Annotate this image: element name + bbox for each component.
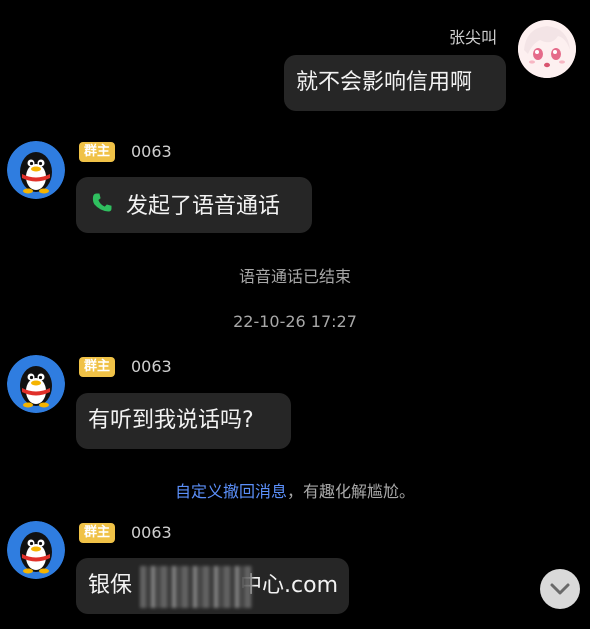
scroll-down-button[interactable] (540, 569, 580, 609)
voice-call-text: 发起了语音通话 (126, 194, 281, 219)
sender-name[interactable]: 0063 (131, 142, 172, 161)
message-text-right: 中心.com (240, 573, 338, 598)
chevron-down-icon (550, 583, 570, 595)
self-message-bubble[interactable]: 就不会影响信用啊 (284, 55, 506, 111)
call-ended-notice: 语音通话已结束 (238, 267, 351, 286)
avatar[interactable] (7, 521, 65, 579)
message-text-left: 银保 (88, 573, 133, 598)
avatar[interactable] (7, 355, 65, 413)
custom-recall-link[interactable]: 自定义撤回消息 (175, 482, 287, 501)
qq-penguin-icon (7, 355, 65, 413)
phone-icon (90, 191, 116, 223)
self-sender-name: 张尖叫 (449, 28, 498, 47)
group-owner-badge: 群主 (79, 357, 116, 377)
timestamp: 22-10-26 17:27 (233, 312, 357, 331)
group-owner-badge: 群主 (79, 523, 116, 543)
avatar[interactable] (7, 141, 65, 199)
self-avatar[interactable] (518, 20, 576, 78)
message-bubble[interactable]: 有听到我说话吗? (76, 393, 291, 449)
qq-penguin-icon (7, 141, 65, 199)
message-text: 有听到我说话吗? (88, 408, 254, 433)
group-owner-badge: 群主 (79, 142, 116, 162)
recall-hint-suffix: ，有趣化解尴尬。 (287, 482, 416, 501)
sender-name[interactable]: 0063 (131, 357, 172, 376)
recall-hint: 自定义撤回消息，有趣化解尴尬。 (0, 478, 590, 502)
qq-penguin-icon (7, 521, 65, 579)
voice-call-bubble[interactable]: 发起了语音通话 (76, 177, 312, 233)
redaction-blur (140, 566, 252, 608)
sender-name[interactable]: 0063 (131, 523, 172, 542)
self-message-text: 就不会影响信用啊 (296, 70, 473, 95)
